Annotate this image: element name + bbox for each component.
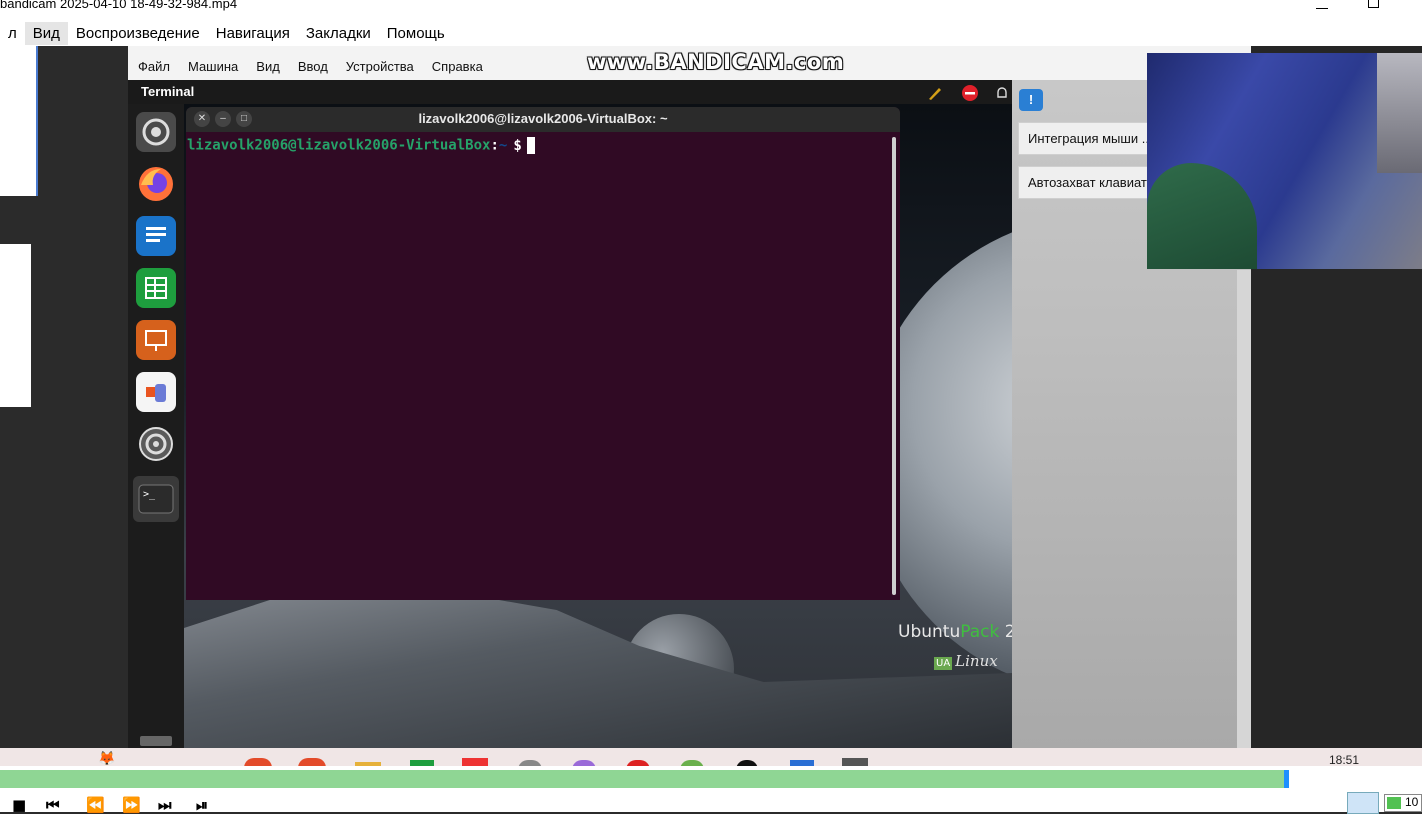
volume-level <box>1387 797 1401 809</box>
guest-dock: >_ <box>128 104 184 748</box>
prompt-dollar: $ <box>513 137 522 154</box>
writer-icon[interactable] <box>136 216 176 256</box>
host-taskbar: 🦊 18:51 <box>0 748 1422 770</box>
menu-playback[interactable]: Воспроизведение <box>68 22 208 45</box>
ubuntu-software-icon[interactable] <box>136 112 176 152</box>
playback-controls: ■ ⏮ ⏪ ⏩ ⏭ ⏯ 10 <box>0 790 1422 814</box>
vbox-menu-help[interactable]: Справка <box>432 59 483 74</box>
document-thumbnail <box>0 244 31 407</box>
maximize-icon[interactable] <box>1368 0 1379 8</box>
guest-tray <box>925 84 1015 102</box>
skip-forward-icon[interactable]: ⏭ <box>158 796 172 814</box>
side-strip <box>1237 270 1251 748</box>
volume-control[interactable]: 10 <box>1384 794 1422 812</box>
volume-value: 10 <box>1405 795 1419 809</box>
menu-navigation[interactable]: Навигация <box>208 22 298 45</box>
skip-back-icon[interactable]: ⏮ <box>46 796 60 814</box>
brand-linux: Linux <box>955 652 998 670</box>
prompt-separator: : <box>490 137 499 154</box>
minimize-icon[interactable] <box>1316 0 1328 9</box>
document-thumbnail <box>0 46 38 196</box>
seek-progress <box>0 770 1284 788</box>
impress-icon[interactable] <box>136 320 176 360</box>
menu-bookmarks[interactable]: Закладки <box>298 22 379 45</box>
fast-forward-icon[interactable]: ⏩ <box>122 796 141 814</box>
wallpaper-linux-logo: UA Linux <box>934 652 998 670</box>
show-apps-icon[interactable] <box>140 736 172 746</box>
brand-name: Ubuntu <box>898 622 961 642</box>
wallpaper-mountain <box>184 574 1012 748</box>
activity-label[interactable]: Terminal <box>141 84 194 99</box>
app-center-icon[interactable] <box>136 372 176 412</box>
webcam-sleeve <box>1147 163 1257 269</box>
webcam-background <box>1377 53 1422 173</box>
stop-icon[interactable]: ■ <box>12 796 26 814</box>
notification-info-icon[interactable]: ! <box>1019 89 1043 111</box>
vbox-menu-view[interactable]: Вид <box>256 59 280 74</box>
player-titlebar: bandicam 2025-04-10 18-49-32-984.mp4 <box>0 0 1422 20</box>
frame-step-icon[interactable]: ⏯ <box>196 796 208 814</box>
mute-icon[interactable] <box>1347 792 1379 814</box>
left-background <box>0 46 128 748</box>
wallpaper-brand: UbuntuPack 24.04 <box>898 622 1012 642</box>
prompt-path: ~ <box>498 137 508 154</box>
terminal-icon[interactable]: >_ <box>133 476 179 522</box>
webcam-overlay <box>1147 53 1422 269</box>
menu-help[interactable]: Помощь <box>379 22 453 45</box>
bandicam-watermark: www.BANDICAM.com <box>587 50 845 74</box>
menu-view[interactable]: Вид <box>24 21 68 45</box>
calc-icon[interactable] <box>136 268 176 308</box>
terminal-prompt[interactable]: lizavolk2006@lizavolk2006-VirtualBox:~ $ <box>187 137 535 154</box>
rewind-icon[interactable]: ⏪ <box>86 796 105 814</box>
guest-top-bar <box>128 80 1012 104</box>
settings-icon[interactable] <box>136 424 176 464</box>
vbox-menu-devices[interactable]: Устройства <box>346 59 414 74</box>
text-cursor <box>526 137 535 154</box>
window-buttons <box>1302 0 1422 12</box>
brand-pack: Pack <box>960 622 1000 642</box>
vbox-menu-input[interactable]: Ввод <box>298 59 328 74</box>
terminal-window[interactable]: ✕ – □ lizavolk2006@lizavolk2006-VirtualB… <box>186 107 900 600</box>
seek-bar[interactable] <box>0 766 1422 790</box>
terminal-scrollbar[interactable] <box>892 137 896 595</box>
brand-ua: UA <box>934 657 953 670</box>
menu-file[interactable]: л <box>0 22 25 45</box>
terminal-titlebar[interactable]: ✕ – □ lizavolk2006@lizavolk2006-VirtualB… <box>186 107 900 132</box>
brand-version: 24.04 <box>1004 622 1012 642</box>
terminal-title: lizavolk2006@lizavolk2006-VirtualBox: ~ <box>418 111 668 126</box>
prompt-user: lizavolk2006@lizavolk2006-VirtualBox <box>187 137 491 154</box>
player-menubar: л Вид Воспроизведение Навигация Закладки… <box>0 20 1422 46</box>
bell-icon <box>997 87 1007 98</box>
firefox-icon[interactable] <box>136 164 176 204</box>
seek-handle[interactable] <box>1284 770 1289 788</box>
vbox-menu-machine[interactable]: Машина <box>188 59 238 74</box>
pen-icon <box>929 88 941 100</box>
player-title: bandicam 2025-04-10 18-49-32-984.mp4 <box>0 0 238 11</box>
taskbar-clock[interactable]: 18:51 <box>1329 753 1359 767</box>
tray-icons <box>929 85 1007 101</box>
svg-text:>_: >_ <box>143 489 156 500</box>
vbox-menu-file[interactable]: Файл <box>138 59 170 74</box>
fox-icon[interactable]: 🦊 <box>98 750 115 767</box>
